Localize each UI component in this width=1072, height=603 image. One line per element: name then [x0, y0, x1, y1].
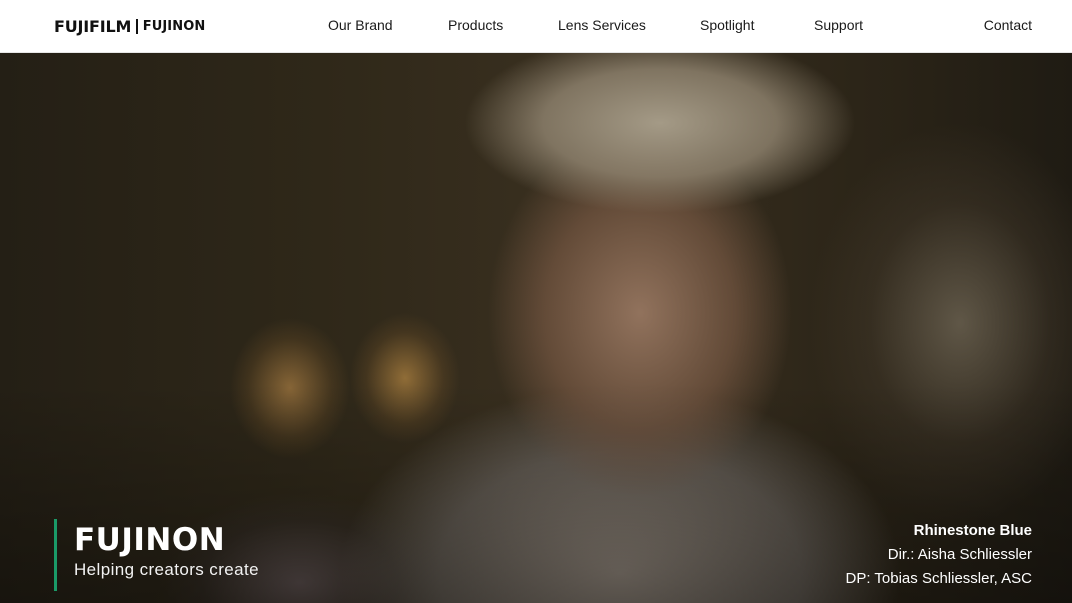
nav-lens-services[interactable]: Lens Services — [558, 17, 646, 33]
logo-secondary: FUJINON — [142, 18, 206, 34]
site-header: FUJIFILM FUJINON Our Brand Products Lens… — [0, 0, 1072, 53]
film-title: Rhinestone Blue — [913, 522, 1032, 539]
film-dp: DP: Tobias Schliessler, ASC — [845, 570, 1032, 587]
nav-our-brand[interactable]: Our Brand — [328, 17, 393, 33]
hero-banner: FUJINON Helping creators create Rhinesto… — [0, 53, 1072, 603]
logo-divider — [136, 18, 138, 34]
brand-block: FUJINON Helping creators create — [54, 519, 259, 591]
fujifilm-fujinon-logo[interactable]: FUJIFILM FUJINON — [54, 16, 205, 36]
nav-products[interactable]: Products — [448, 17, 503, 33]
logo-primary: FUJIFILM — [54, 16, 132, 36]
nav-support[interactable]: Support — [814, 17, 863, 33]
film-director: Dir.: Aisha Schliessler — [887, 546, 1032, 563]
brand-tagline: Helping creators create — [74, 560, 259, 579]
brand-wordmark: FUJINON — [74, 522, 226, 558]
nav-spotlight[interactable]: Spotlight — [700, 17, 754, 33]
nav-contact[interactable]: Contact — [984, 17, 1032, 33]
film-credit: Rhinestone Blue Dir.: Aisha Schliessler … — [846, 519, 1032, 591]
